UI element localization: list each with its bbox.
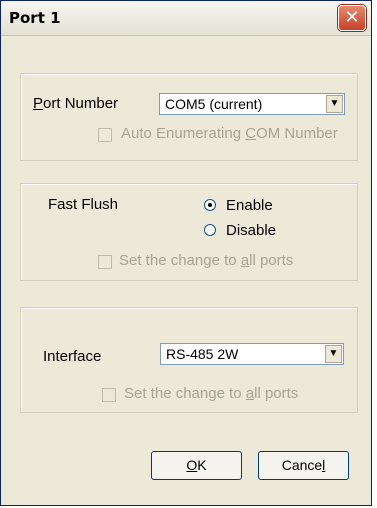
flush-enable-radio[interactable] xyxy=(204,199,216,211)
port-dialog: Port 1 ✕ Port Number COM5 (current) ▼ Au… xyxy=(0,0,372,506)
port-number-label: Port Number xyxy=(33,95,119,112)
port-number-group: Port Number COM5 (current) ▼ Auto Enumer… xyxy=(20,73,358,161)
close-icon: ✕ xyxy=(344,7,360,28)
fast-flush-group: Fast Flush Enable Disable Set the change… xyxy=(20,183,358,281)
flush-enable-label: Enable xyxy=(226,197,273,214)
cancel-button[interactable]: Cancel xyxy=(258,451,349,480)
flush-apply-all-label: Set the change to all ports xyxy=(119,252,294,269)
auto-enum-label: Auto Enumerating COM Number xyxy=(121,125,338,142)
ok-button[interactable]: OK xyxy=(151,451,242,480)
close-button[interactable]: ✕ xyxy=(338,5,366,31)
flush-disable-label: Disable xyxy=(226,222,277,239)
flush-apply-all-checkbox[interactable] xyxy=(98,255,112,269)
dialog-title: Port 1 xyxy=(9,9,61,27)
chevron-down-icon[interactable]: ▼ xyxy=(325,345,342,363)
ok-button-rest: K xyxy=(197,457,207,473)
interface-label: Interface xyxy=(43,348,102,365)
interface-value: RS-485 2W xyxy=(166,346,239,362)
port-number-select[interactable]: COM5 (current) ▼ xyxy=(159,93,345,115)
chevron-down-icon[interactable]: ▼ xyxy=(326,95,343,113)
port-number-label-rest: ort Number xyxy=(43,95,119,112)
port-number-value: COM5 (current) xyxy=(165,96,263,112)
flush-disable-radio[interactable] xyxy=(204,224,216,236)
auto-enum-checkbox[interactable] xyxy=(98,128,112,142)
interface-apply-all-label: Set the change to all ports xyxy=(124,385,299,402)
title-bar[interactable]: Port 1 ✕ xyxy=(1,1,371,36)
interface-apply-all-checkbox[interactable] xyxy=(102,388,116,402)
interface-group: Interface RS-485 2W ▼ Set the change to … xyxy=(20,307,358,413)
interface-select[interactable]: RS-485 2W ▼ xyxy=(160,343,344,365)
fast-flush-label: Fast Flush xyxy=(48,196,119,213)
